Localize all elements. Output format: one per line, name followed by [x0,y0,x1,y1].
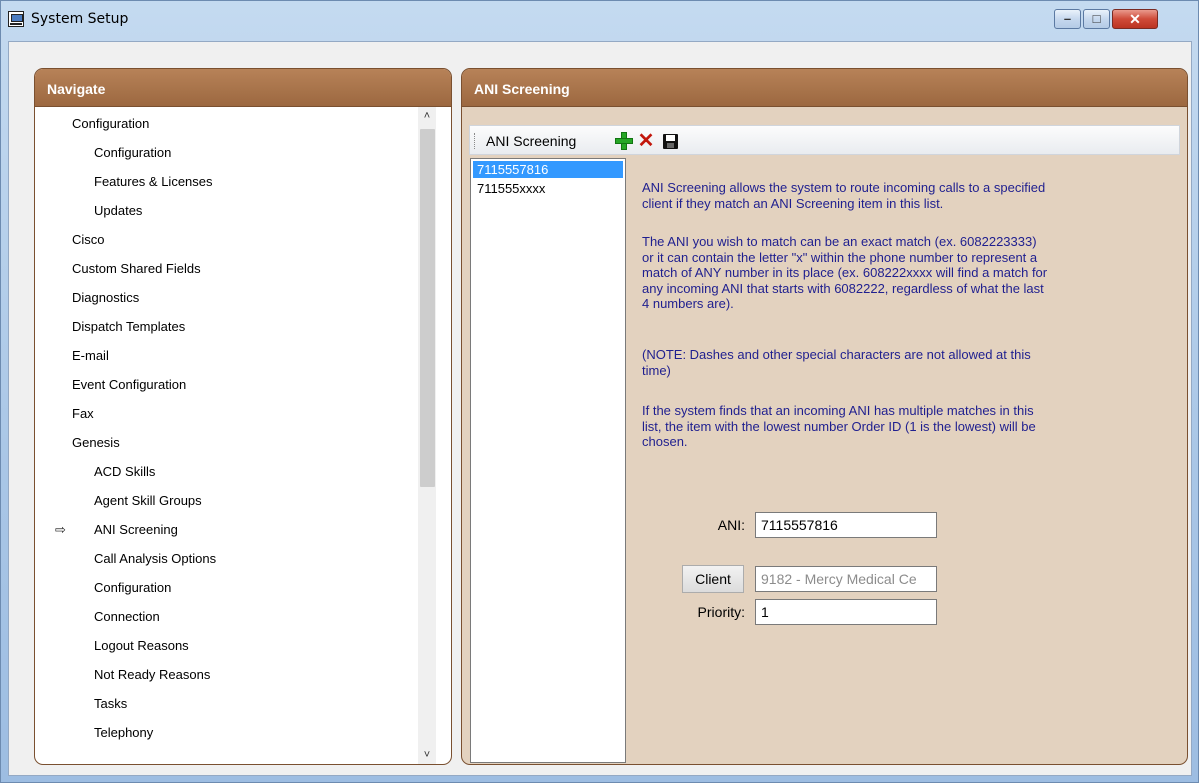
save-button[interactable] [659,130,681,152]
nav-item[interactable]: Genesis [72,428,120,457]
close-button[interactable]: ✕ [1112,9,1158,29]
ani-input[interactable] [755,512,937,538]
nav-item[interactable]: Telephony [94,718,153,747]
description-paragraph-4: If the system finds that an incoming ANI… [642,403,1162,450]
description-line: any incoming ANI that starts with 608222… [642,280,1044,296]
description-line: time) [642,362,671,378]
ani-toolbar: ANI Screening ✕ [469,125,1180,155]
description-line: client if they match an ANI Screening it… [642,195,944,211]
ani-label: ANI: [717,517,745,533]
title-bar[interactable]: System Setup – □ ✕ [1,1,1198,41]
navigate-tree[interactable]: Configuration Configuration Features & Lic… [35,107,415,764]
description-line: chosen. [642,434,688,450]
client-area: Navigate Configuration Configuration Featu… [8,41,1192,776]
toolbar-grip[interactable] [474,133,477,149]
add-button[interactable] [613,130,635,152]
nav-item[interactable]: Diagnostics [72,283,139,312]
nav-item[interactable]: Logout Reasons [94,631,189,660]
nav-item[interactable]: Connection [94,602,160,631]
minimize-icon: – [1063,11,1072,26]
app-icon [8,11,24,27]
delete-button[interactable]: ✕ [635,130,657,152]
nav-item[interactable]: Tasks [94,689,127,718]
description-line: or it can contain the letter "x" within … [642,249,1038,265]
save-icon [662,134,678,149]
scroll-down-icon[interactable]: ˅ [418,746,436,764]
nav-item[interactable]: ACD Skills [94,457,155,486]
nav-item[interactable]: Dispatch Templates [72,312,185,341]
nav-item[interactable]: E-mail [72,341,109,370]
description-line: match of ANY number in its place (ex. 60… [642,265,1048,281]
nav-item[interactable]: Not Ready Reasons [94,660,210,689]
nav-item[interactable]: Features & Licenses [94,167,213,196]
ani-entry-list[interactable]: 7115557816 711555xxxx [470,158,626,763]
ani-entry[interactable]: 7115557816 [473,161,623,178]
description-line: ANI Screening allows the system to route… [642,180,1046,195]
nav-item[interactable]: Fax [72,399,94,428]
maximize-button[interactable]: □ [1083,9,1110,29]
nav-item[interactable]: Configuration [94,573,171,602]
client-button[interactable]: Client [682,565,744,593]
priority-label: Priority: [697,604,745,620]
add-icon [615,132,633,150]
nav-item[interactable]: Cisco [72,225,105,254]
nav-item[interactable]: ANI Screening [94,515,178,544]
scroll-thumb[interactable] [420,129,435,487]
nav-item[interactable]: Agent Skill Groups [94,486,202,515]
nav-item[interactable]: Custom Shared Fields [72,254,201,283]
nav-item[interactable]: Updates [94,196,142,225]
description-line: list, the item with the lowest number Or… [642,418,1036,434]
ani-screening-panel: ANI Screening ANI Screening ✕ 7115557816… [461,68,1188,765]
nav-item[interactable]: Event Configuration [72,370,186,399]
navigate-scrollbar[interactable]: ˄ ˅ [418,107,436,764]
description-paragraph-2: The ANI you wish to match can be an exac… [642,234,1162,312]
toolbar-label: ANI Screening [486,133,577,149]
description-line: (NOTE: Dashes and other special characte… [642,347,1031,362]
system-setup-window: System Setup – □ ✕ Navigate Configuratio… [0,0,1199,783]
ani-entry[interactable]: 711555xxxx [473,180,623,197]
delete-icon: ✕ [637,130,655,152]
description-line: If the system finds that an incoming ANI… [642,403,1034,418]
navigate-panel: Navigate Configuration Configuration Featu… [34,68,452,765]
ani-screening-header: ANI Screening [462,69,1187,107]
nav-item[interactable]: Call Analysis Options [94,544,216,573]
description-paragraph-3: (NOTE: Dashes and other special characte… [642,347,1162,378]
priority-input[interactable] [755,599,937,625]
close-icon: ✕ [1129,11,1141,27]
client-field[interactable] [755,566,937,592]
current-item-arrow-icon: ⇨ [55,522,66,537]
nav-item[interactable]: Configuration [72,109,149,138]
nav-item[interactable]: Configuration [94,138,171,167]
navigate-header: Navigate [35,69,451,107]
minimize-button[interactable]: – [1054,9,1081,29]
scroll-up-icon[interactable]: ˄ [418,107,436,125]
description-line: The ANI you wish to match can be an exac… [642,234,1037,249]
window-title: System Setup [31,11,129,27]
maximize-icon: □ [1092,11,1101,26]
description-paragraph-1: ANI Screening allows the system to route… [642,180,1162,211]
description-line: 4 numbers are). [642,296,734,312]
